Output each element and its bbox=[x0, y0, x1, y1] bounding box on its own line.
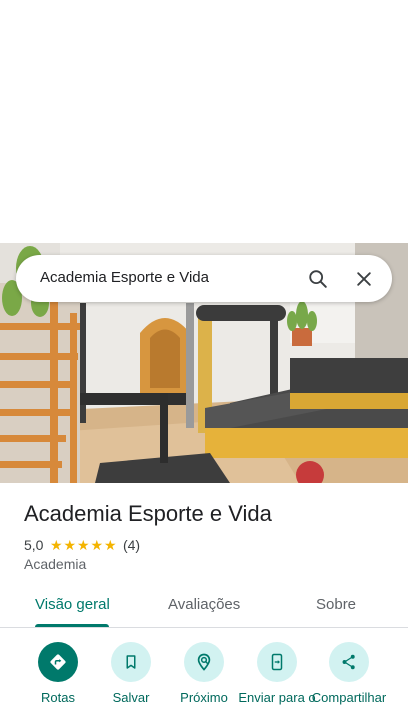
send-to-phone-button-circle bbox=[257, 642, 297, 682]
send-to-phone-label: Enviar para o bbox=[238, 690, 316, 705]
action-bar: Rotas Salvar Próximo Enviar para o Compa… bbox=[0, 640, 408, 726]
active-tab-indicator bbox=[35, 624, 109, 627]
directions-button-circle bbox=[38, 642, 78, 682]
star-icon: ★ bbox=[63, 537, 76, 553]
tab-bar: Visão geral Avaliações Sobre bbox=[0, 584, 408, 628]
search-icon bbox=[309, 270, 327, 288]
share-icon bbox=[342, 654, 355, 670]
star-rating: ★ ★ ★ ★ ★ bbox=[49, 538, 117, 552]
search-bar[interactable]: Academia Esporte e Vida bbox=[16, 255, 392, 302]
nearby-button-circle bbox=[184, 642, 224, 682]
share-label: Compartilhar bbox=[311, 690, 387, 705]
send-to-phone-icon bbox=[271, 653, 283, 671]
rating-value: 5,0 bbox=[24, 537, 44, 553]
bookmark-icon bbox=[126, 655, 136, 669]
save-button[interactable]: Salvar bbox=[91, 642, 171, 704]
star-icon: ★ bbox=[90, 537, 103, 553]
save-label: Salvar bbox=[112, 690, 150, 705]
star-icon: ★ bbox=[49, 537, 63, 553]
tab-about[interactable]: Sobre bbox=[316, 596, 356, 613]
share-button[interactable]: Compartilhar bbox=[309, 642, 389, 704]
nearby-icon bbox=[197, 653, 211, 671]
place-title: Academia Esporte e Vida bbox=[24, 501, 272, 526]
search-button[interactable] bbox=[302, 263, 334, 295]
save-button-circle bbox=[111, 642, 151, 682]
close-icon bbox=[357, 272, 371, 286]
star-icon: ★ bbox=[103, 537, 117, 553]
star-icon: ★ bbox=[76, 537, 90, 553]
place-category[interactable]: Academia bbox=[24, 556, 86, 572]
directions-button[interactable]: Rotas bbox=[18, 642, 98, 704]
tab-reviews[interactable]: Avaliações bbox=[168, 596, 240, 613]
map-area-blank bbox=[0, 0, 408, 243]
send-to-phone-button[interactable]: Enviar para o bbox=[237, 642, 317, 704]
review-count[interactable]: (4) bbox=[123, 537, 140, 553]
nearby-button[interactable]: Próximo bbox=[164, 642, 244, 704]
directions-icon bbox=[50, 654, 66, 670]
directions-label: Rotas bbox=[41, 690, 75, 705]
share-button-circle bbox=[329, 642, 369, 682]
tab-overview[interactable]: Visão geral bbox=[35, 596, 110, 613]
rating-row[interactable]: 5,0 ★ ★ ★ ★ ★ (4) bbox=[24, 536, 140, 554]
nearby-label: Próximo bbox=[180, 690, 228, 705]
close-button[interactable] bbox=[348, 263, 380, 295]
search-input[interactable]: Academia Esporte e Vida bbox=[40, 269, 209, 286]
